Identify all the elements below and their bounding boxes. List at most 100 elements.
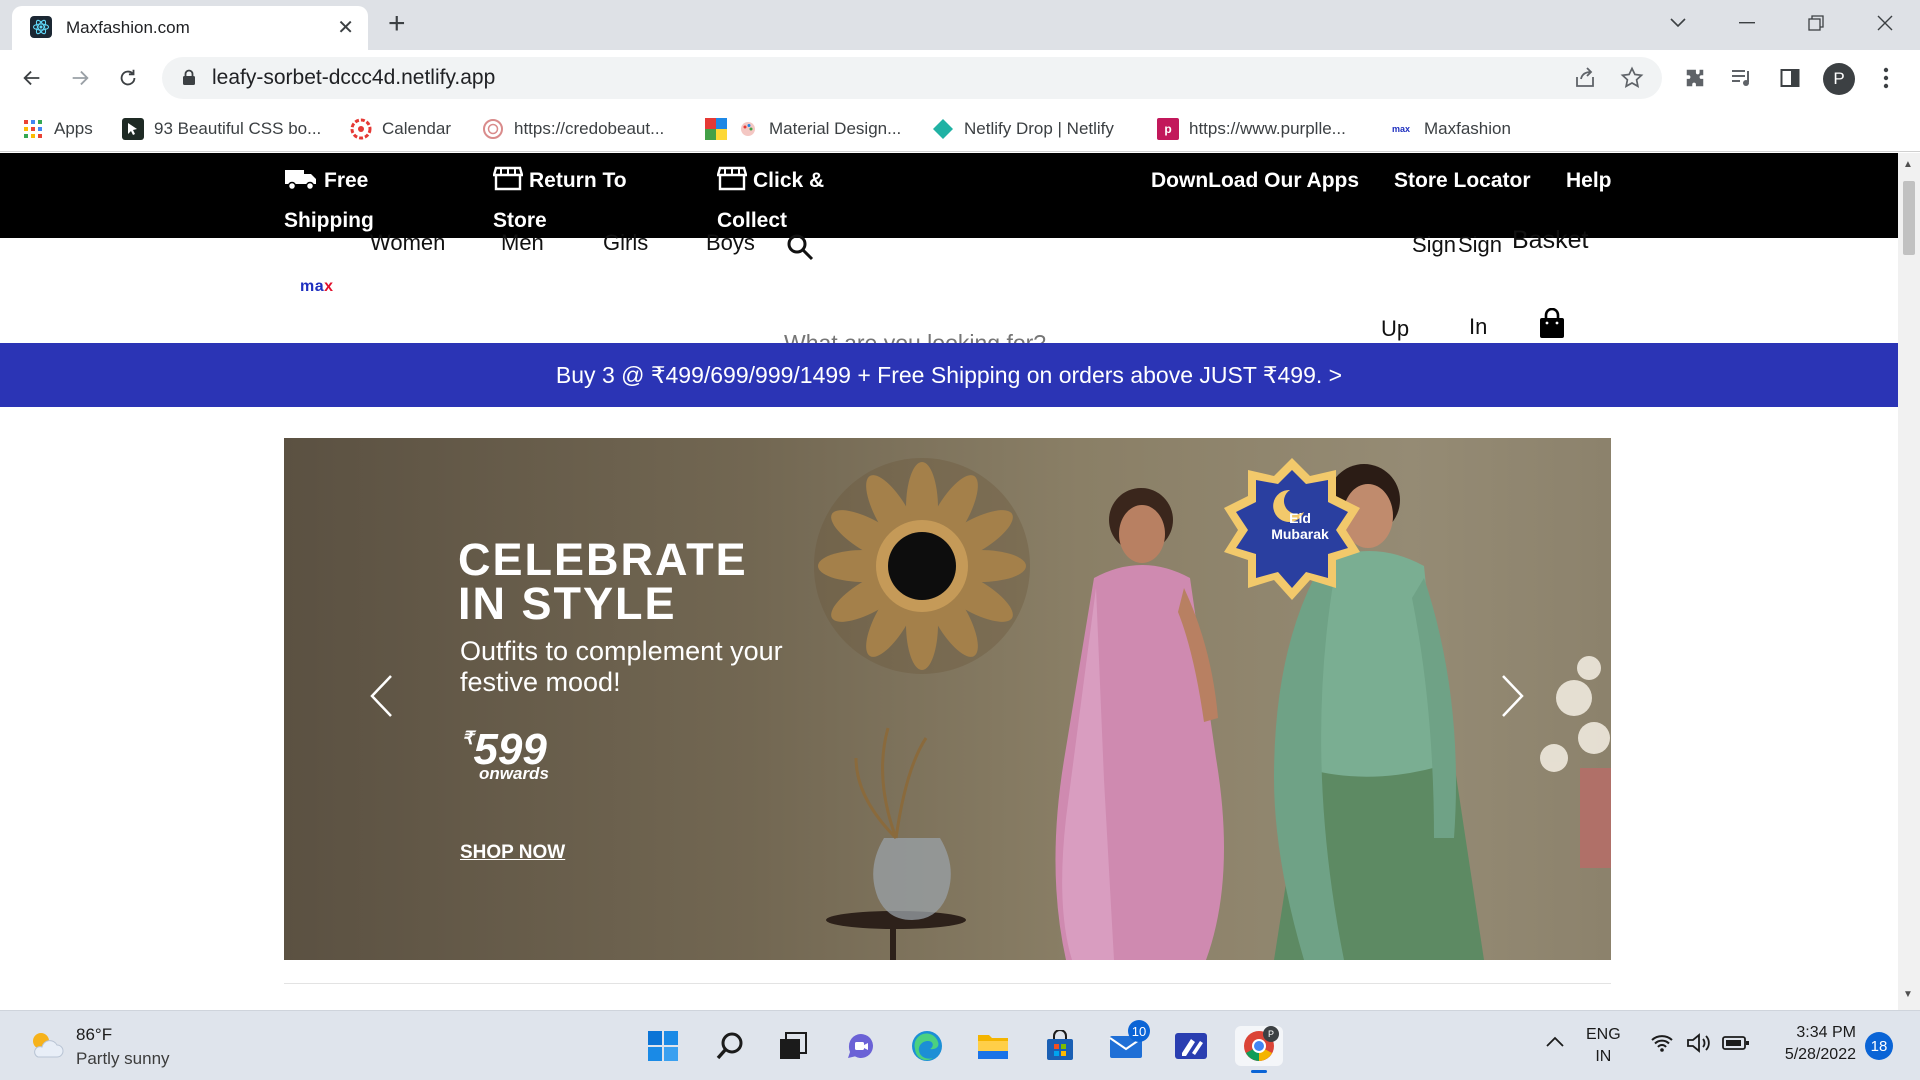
nav-girls[interactable]: Girls [603,230,648,256]
bookmark-label: Material Design... [769,119,902,138]
teams-chat-icon[interactable] [841,1026,881,1066]
promo-banner[interactable]: Buy 3 @ ₹499/699/999/1499 + Free Shippin… [0,343,1898,407]
help-link[interactable]: Help [1566,163,1612,199]
address-bar[interactable]: leafy-sorbet-dccc4d.netlify.app [162,57,1662,99]
store-locator-link[interactable]: Store Locator [1394,163,1531,199]
clock-time: 3:34 PM [1796,1024,1856,1041]
sign-in-word2[interactable]: In [1469,314,1487,340]
edge-icon[interactable] [907,1026,947,1066]
bookmark-maxfashion[interactable]: max Maxfashion [1388,116,1511,142]
volume-icon[interactable] [1686,1033,1712,1058]
nav-men[interactable]: Men [501,230,544,256]
bookmark-calendar[interactable]: Calendar [350,116,451,142]
hero-carousel[interactable]: CELEBRATE IN STYLE Outfits to complement… [284,438,1611,960]
clock[interactable]: 3:34 PM 5/28/2022 [1766,1022,1856,1066]
stylus-app-icon[interactable] [1171,1026,1211,1066]
menu-icon[interactable] [1870,62,1902,94]
weather-description[interactable]: Partly sunny [76,1049,170,1069]
tab-maxfashion[interactable]: Maxfashion.com ✕ [12,6,368,50]
hero-illustration [814,458,1611,960]
bookmark-credobeauty[interactable]: https://credobeaut... [482,116,664,142]
nav-boys[interactable]: Boys [706,230,755,256]
profile-avatar[interactable]: P [1823,63,1855,95]
shop-now-link[interactable]: SHOP NOW [460,842,565,864]
bookmark-label: Apps [54,119,93,138]
download-apps-link[interactable]: DownLoad Our Apps [1151,163,1359,199]
close-window-button[interactable] [1865,6,1905,40]
chevron-up-icon[interactable] [1545,1035,1565,1053]
new-tab-button[interactable]: + [388,8,406,40]
bookmark-material-design[interactable]: Material Design... [705,116,901,142]
bookmark-apps[interactable]: Apps [22,116,93,142]
return-to-store-link[interactable]: Return To Store [492,163,627,239]
logo-text: ma [300,278,325,295]
share-icon[interactable] [1573,67,1597,94]
carousel-next-icon[interactable] [1500,673,1526,728]
nav-women[interactable]: Women [370,230,445,256]
minimize-button[interactable] [1727,6,1767,40]
eid-badge-line2: Mubarak [1271,526,1329,542]
url-text: leafy-sorbet-dccc4d.netlify.app [212,66,496,89]
start-icon[interactable] [643,1026,683,1066]
click-collect-link[interactable]: Click & Collect [716,163,824,239]
hero-title-line2: IN STYLE [458,578,677,629]
weather-icon[interactable] [28,1029,64,1066]
active-app-indicator [1251,1070,1267,1073]
file-explorer-icon[interactable] [973,1026,1013,1066]
region-code: IN [1595,1048,1612,1065]
bookmark-netlify-drop[interactable]: Netlify Drop | Netlify [932,116,1114,142]
sign-in-word1[interactable]: Sign [1458,232,1502,258]
section-divider [284,983,1611,984]
notification-badge[interactable]: 18 [1865,1032,1893,1060]
side-panel-icon[interactable] [1774,62,1806,94]
sign-up-word2[interactable]: Up [1381,316,1409,342]
eid-badge: Eid Mubarak [1268,510,1332,542]
basket-label[interactable]: Basket [1512,226,1588,255]
forward-icon[interactable] [64,62,96,94]
bookmark-label: Calendar [382,119,451,138]
search-icon[interactable] [786,233,814,266]
max-logo-icon: max [1391,124,1410,134]
bookmark-label: https://www.purplle... [1189,119,1346,138]
free-shipping-line1: Free [324,169,369,192]
free-shipping-line2: Shipping [284,209,374,232]
logo-x: x [324,278,334,295]
scroll-down-icon[interactable]: ▼ [1903,989,1913,1000]
close-tab-icon[interactable]: ✕ [337,15,354,40]
microsoft-store-icon[interactable] [1040,1026,1080,1066]
task-view-icon[interactable] [773,1026,813,1066]
bookmark-label: https://credobeaut... [514,119,665,138]
calendar-flower-icon [350,118,372,140]
browser-toolbar: leafy-sorbet-dccc4d.netlify.app P [0,50,1920,106]
bookmark-label: 93 Beautiful CSS bo... [154,119,322,138]
shopping-bag-icon[interactable] [1538,307,1566,345]
store-icon [716,165,748,203]
back-icon[interactable] [16,62,48,94]
language-indicator[interactable]: ENG IN [1586,1024,1621,1068]
scroll-up-icon[interactable]: ▲ [1903,159,1913,170]
wifi-icon[interactable] [1650,1033,1674,1058]
scroll-thumb[interactable] [1903,181,1915,255]
free-shipping-link[interactable]: Free Shipping [284,163,374,239]
extensions-icon[interactable] [1679,62,1711,94]
page-scrollbar[interactable]: ▲ ▼ [1898,153,1920,1010]
price-currency: ₹ [462,728,474,748]
max-logo[interactable]: max [300,278,334,296]
tab-strip: Maxfashion.com ✕ + [0,0,1920,50]
restore-button[interactable] [1796,6,1836,40]
chrome-icon[interactable]: P [1235,1026,1283,1073]
bookmark-css-buttons[interactable]: 93 Beautiful CSS bo... [122,116,321,142]
battery-icon[interactable] [1722,1035,1750,1056]
bookmark-star-icon[interactable] [1620,66,1644,95]
mail-icon[interactable]: 10 [1106,1020,1150,1066]
sign-up-word1[interactable]: Sign [1412,232,1456,258]
carousel-prev-icon[interactable] [368,673,394,728]
bookmark-purplle[interactable]: p https://www.purplle... [1157,116,1346,142]
reload-icon[interactable] [112,62,144,94]
store-icon [492,165,524,203]
media-control-icon[interactable] [1726,62,1758,94]
search-taskbar-icon[interactable] [710,1026,750,1066]
weather-temperature[interactable]: 86°F [76,1025,112,1045]
react-icon [30,16,52,38]
tab-search-icon[interactable] [1658,6,1698,40]
